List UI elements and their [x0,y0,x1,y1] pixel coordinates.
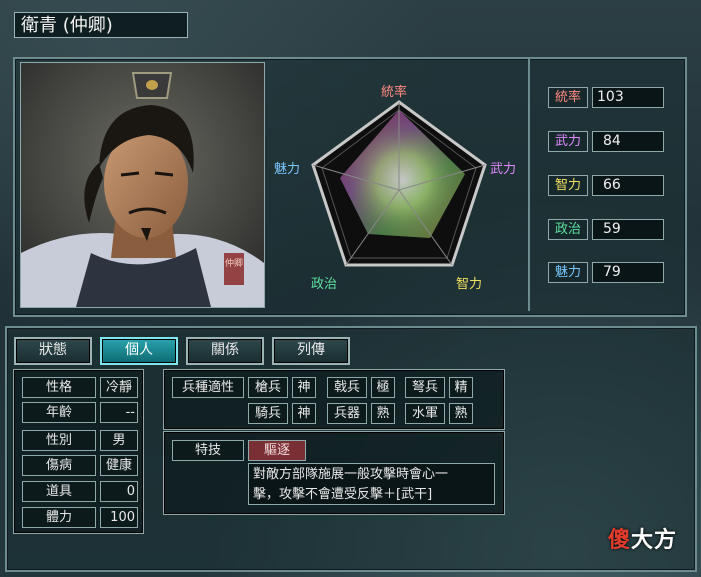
panel-divider [528,59,530,311]
officer-portrait: 仲卿 [21,63,264,307]
aptitude-unit-crossbow: 弩兵 [405,377,445,398]
tab-personal[interactable]: 個人 [100,337,178,365]
personal-label-items: 道具 [22,481,96,502]
aptitude-grade-crossbow: 精 [449,377,473,398]
aptitude-grade-cavalry: 神 [292,403,316,424]
skill-label: 特技 [172,440,244,461]
stat-pol-value: 59 [592,219,664,240]
skill-name[interactable]: 驅逐 [248,440,306,461]
aptitude-unit-spear: 槍兵 [248,377,288,398]
radar-label-int: 智力 [456,277,483,292]
personal-label-personality: 性格 [22,377,96,398]
aptitude-grade-halberd: 極 [371,377,395,398]
stat-war-value: 84 [592,131,664,152]
stat-chr-label: 魅力 [548,262,588,283]
aptitude-unit-siege: 兵器 [327,403,367,424]
personal-value-age: -- [100,402,138,423]
tab-status[interactable]: 狀態 [14,337,92,365]
portrait-frame: 仲卿 [20,62,265,308]
tab-relations[interactable]: 關係 [186,337,264,365]
aptitude-grade-navy: 熟 [449,403,473,424]
personal-value-injury: 健康 [100,455,138,476]
tab-biography[interactable]: 列傳 [272,337,350,365]
stat-pol-label: 政治 [548,219,588,240]
watermark-logo: 傻大方 [608,528,678,553]
stat-lead-label: 統率 [548,87,588,108]
radar-label-chr: 魅力 [274,162,301,177]
stat-int-label: 智力 [548,175,588,196]
skill-description-line1: 對敵方部隊施展一般攻擊時會心一 [253,467,449,482]
personal-label-stamina: 體力 [22,507,96,528]
personal-value-stamina: 100 [100,507,138,528]
personal-value-gender: 男 [100,430,138,451]
stat-chr-value: 79 [592,262,664,283]
personal-label-injury: 傷病 [22,455,96,476]
radar-label-lead: 統率 [381,85,408,100]
aptitude-unit-navy: 水軍 [405,403,445,424]
stat-war-label: 武力 [548,131,588,152]
personal-label-gender: 性別 [22,430,96,451]
officer-name: 衛青 (仲卿) [14,12,188,38]
aptitude-unit-halberd: 戟兵 [327,377,367,398]
aptitude-unit-cavalry: 騎兵 [248,403,288,424]
portrait-seal-text: 仲卿 [225,257,243,269]
personal-value-personality: 冷靜 [100,377,138,398]
stat-lead-value: 103 [592,87,664,108]
aptitude-grade-spear: 神 [292,377,316,398]
radar-chart: 統率 武力 智力 政治 魅力 [268,62,528,306]
radar-label-war: 武力 [490,162,517,177]
skill-description-line2: 擊，攻擊不會遭受反擊＋[武干] [253,487,433,502]
skill-description: 對敵方部隊施展一般攻擊時會心一 擊，攻擊不會遭受反擊＋[武干] [248,463,495,505]
aptitude-grade-siege: 熟 [371,403,395,424]
personal-value-items: 0 [100,481,138,502]
aptitude-header: 兵種適性 [172,377,244,398]
stat-int-value: 66 [592,175,664,196]
personal-label-age: 年齡 [22,402,96,423]
radar-label-pol: 政治 [311,277,338,292]
